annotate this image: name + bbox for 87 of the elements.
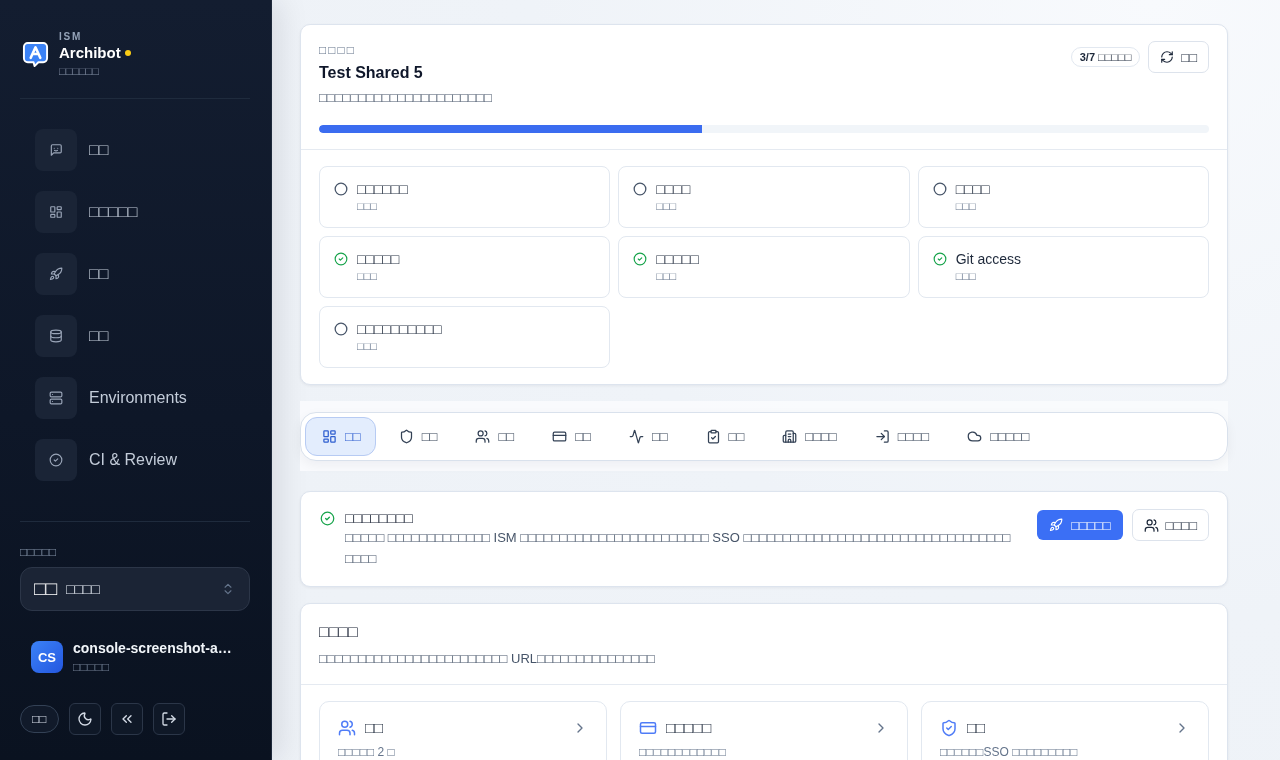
activity-icon	[628, 429, 644, 444]
clipboard-check-icon	[705, 429, 721, 444]
checklist-title: □□□□	[656, 180, 691, 198]
checklist-title: □□□□□	[656, 250, 699, 268]
language-button[interactable]: □□	[20, 705, 59, 733]
workspace-select[interactable]: □□ □□□□	[20, 567, 250, 611]
overview-link-card[interactable]: □□ □□□□□□SSO □□□□□□□□□	[921, 701, 1209, 760]
tab[interactable]: □□	[688, 417, 760, 456]
nav-item[interactable]: □□□□□	[35, 191, 138, 233]
server-icon	[35, 377, 77, 419]
moon-icon	[76, 711, 93, 727]
logout-button[interactable]	[152, 703, 185, 735]
checklist-status: □□□	[357, 339, 378, 353]
checklist-title: □□□□	[955, 180, 990, 198]
nav-item[interactable]: □□	[35, 315, 109, 357]
cloud-icon	[967, 429, 983, 444]
checklist-status: □□□	[955, 199, 977, 213]
theme-button[interactable]	[68, 703, 101, 735]
link-card-summary: □□□□□□SSO □□□□□□□□□	[940, 745, 1079, 759]
overview-link-card[interactable]: □□ □□□□□ 2 □	[319, 701, 607, 760]
credit-card-icon	[639, 719, 657, 737]
logout-icon	[160, 711, 177, 727]
shield-icon	[398, 429, 414, 444]
tab[interactable]: □□□□	[857, 417, 945, 456]
check-circle-icon	[320, 511, 335, 526]
notice-text: □□□□□ □□□□□□□□□□□□□ ISM □□□□□□□□□□□□□□□□□□□□□□□□ SSO □□□□□□□□□□□□□□□□□□□□□□□□□□□□□□□□□□□□□□	[345, 529, 1012, 568]
link-card-summary: □□□□□□□□□□□□	[639, 745, 727, 759]
checklist-status: □□□	[357, 199, 378, 213]
nav-item[interactable]: CI & Review	[35, 439, 178, 481]
checklist-title: □□□□□	[357, 250, 400, 268]
project-title: Test Shared 5	[319, 63, 424, 83]
section-description: □□□□□□□□□□□□□□□□□□□□□□□□ URL□□□□□□□□□□□□□□□	[319, 650, 656, 668]
brand-tagline: □□□□□□	[59, 64, 100, 78]
tab[interactable]: □□□□	[765, 417, 852, 456]
link-card-title: □□	[967, 719, 987, 737]
refresh-button[interactable]: □□	[1148, 41, 1209, 73]
checklist-status: □□□	[656, 269, 678, 283]
checklist-title: □□□□□□□□□□	[357, 320, 442, 338]
members-button[interactable]: □□□□	[1131, 509, 1209, 541]
rocket-icon	[1049, 518, 1064, 532]
nav-item[interactable]: □□	[35, 253, 109, 295]
avatar: CS	[31, 641, 63, 673]
nav-item[interactable]: □□	[35, 129, 109, 171]
tab[interactable]: □□	[305, 417, 376, 456]
database-icon	[35, 315, 77, 357]
shield-check-icon	[940, 719, 958, 737]
link-card-title: □□□□□	[666, 719, 713, 737]
logo-icon	[22, 41, 49, 68]
chat-smile-icon	[35, 129, 77, 171]
tab[interactable]: □□	[381, 417, 453, 456]
nav-item[interactable]: Environments	[35, 377, 187, 419]
credit-card-icon	[552, 429, 568, 444]
checklist-title: Git access	[955, 250, 1021, 268]
dashboard-grid-icon	[322, 429, 337, 444]
status-dot-icon	[124, 49, 131, 56]
primary-button[interactable]: □□□□□	[1037, 510, 1123, 540]
link-card-summary: □□□□□ 2 □	[338, 745, 396, 759]
checklist-status: □□□	[955, 269, 977, 283]
rocket-icon	[35, 253, 77, 295]
user-name: console-screenshot-a…	[73, 640, 232, 657]
refresh-icon	[1160, 50, 1175, 64]
notice-title: □□□□□□□□	[345, 509, 414, 527]
tab[interactable]: □□	[535, 417, 606, 456]
checklist-status: □□□	[656, 199, 678, 213]
overview-link-card[interactable]: □□□□□ □□□□□□□□□□□□	[620, 701, 908, 760]
users-icon	[1143, 517, 1159, 533]
brand-eyebrow: ISM	[59, 31, 84, 43]
brand-name: Archibot	[59, 43, 121, 62]
collapse-button[interactable]	[110, 703, 143, 735]
dashboard-grid-icon	[35, 191, 77, 233]
select-value: □□□□	[65, 581, 101, 597]
user-role: □□□□□	[73, 660, 111, 674]
users-icon	[338, 719, 356, 737]
users-icon	[475, 429, 491, 444]
section-label: □□□□□	[20, 545, 58, 559]
checklist-title: □□□□□□	[357, 180, 408, 198]
building-icon	[782, 429, 798, 444]
flag-label: □□	[34, 578, 57, 600]
tab[interactable]: □□	[611, 417, 683, 456]
project-description: □□□□□□□□□□□□□□□□□□□□□□	[319, 89, 492, 107]
section-title: □□□□	[319, 622, 359, 642]
tab[interactable]: □□□□□	[950, 417, 1045, 456]
login-icon	[874, 429, 890, 444]
tab[interactable]: □□	[458, 417, 530, 456]
link-card-title: □□	[365, 719, 385, 737]
card-eyebrow: □□□□	[319, 43, 357, 57]
checklist-status: □□□	[357, 269, 378, 283]
